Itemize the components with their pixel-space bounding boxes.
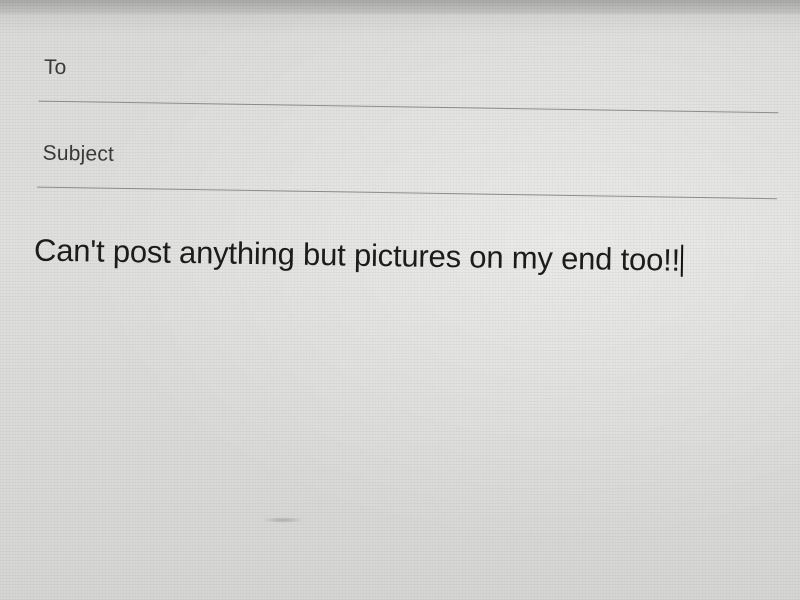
subject-label: Subject (42, 141, 115, 166)
to-divider (38, 100, 779, 114)
email-compose-form: To Subject Can't post anything but pictu… (0, 0, 800, 600)
message-body-text: Can't post anything but pictures on my e… (33, 232, 681, 278)
text-cursor (680, 244, 684, 277)
to-label: To (43, 55, 67, 80)
subject-input[interactable] (147, 140, 778, 187)
subject-field-row: Subject (37, 139, 778, 203)
subject-divider (37, 186, 777, 200)
screen-smudge (262, 517, 304, 523)
to-field-row: To (38, 53, 780, 117)
to-input[interactable] (148, 54, 780, 101)
message-body-editor[interactable]: Can't post anything but pictures on my e… (29, 233, 774, 575)
